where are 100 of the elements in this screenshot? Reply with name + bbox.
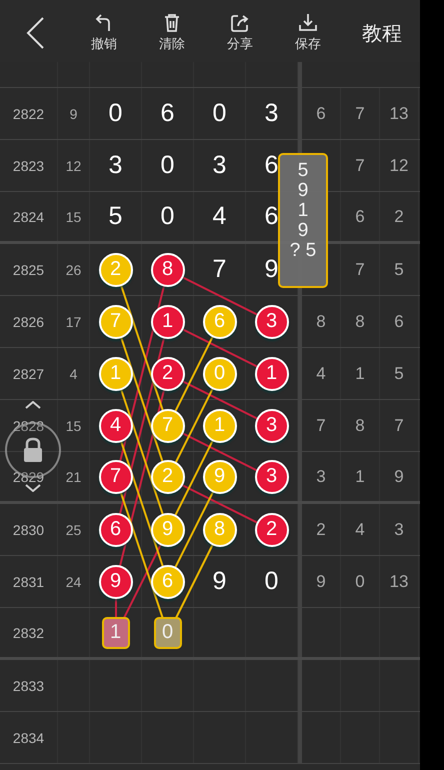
- number-ball: 8: [150, 252, 184, 286]
- number-ball: 7: [150, 408, 184, 442]
- sum-value: 24: [66, 574, 82, 590]
- stat-value: 6: [394, 312, 404, 332]
- lock-icon: [22, 437, 44, 463]
- toolbar-button[interactable]: 分享: [206, 13, 274, 53]
- digit: 6: [264, 151, 278, 180]
- number-ball: 1: [150, 304, 184, 338]
- sum-value: 25: [66, 522, 82, 538]
- digit: 9: [212, 567, 226, 596]
- digit: 9: [264, 255, 278, 284]
- stat-value: 6: [355, 206, 365, 226]
- digit: 6: [160, 99, 174, 128]
- sum-value: 15: [66, 418, 82, 434]
- stat-value: 4: [355, 520, 365, 540]
- popup-digit: 1: [298, 201, 308, 221]
- stat-value: 3: [394, 520, 404, 540]
- number-ball: 3: [254, 304, 288, 338]
- tutorial-button[interactable]: 教程: [362, 20, 402, 46]
- download-icon: [298, 13, 318, 33]
- digit: 3: [212, 151, 226, 180]
- digit: 6: [264, 202, 278, 231]
- stat-value: 12: [390, 156, 408, 176]
- stat-value: 13: [390, 572, 408, 592]
- back-icon: [25, 16, 45, 50]
- issue-number: 2831: [12, 574, 44, 590]
- issue-number: 2832: [12, 624, 44, 640]
- sum-value: 21: [66, 468, 82, 484]
- stat-value: 1: [355, 364, 365, 384]
- issue-number: 2825: [12, 262, 44, 278]
- number-ball: 1: [254, 356, 288, 390]
- sum-value: 17: [66, 314, 82, 330]
- number-ball: 7: [98, 460, 132, 494]
- number-ball: 4: [98, 408, 132, 442]
- number-ball: 9: [98, 564, 132, 598]
- number-ball: 8: [202, 512, 236, 546]
- issue-number: 2822: [12, 106, 44, 122]
- stat-value: 2: [316, 520, 326, 540]
- sum-value: 26: [66, 262, 82, 278]
- issue-number: 2833: [12, 678, 44, 694]
- toolbar-button[interactable]: 清除: [138, 13, 206, 53]
- stat-value: 7: [355, 260, 365, 280]
- number-ball: 6: [150, 564, 184, 598]
- toolbar-button[interactable]: 撤销: [70, 13, 138, 53]
- chevron-down-icon[interactable]: [24, 484, 42, 492]
- issue-number: 2830: [12, 522, 44, 538]
- number-ball: 7: [98, 304, 132, 338]
- sum-value: 9: [70, 106, 78, 122]
- number-ball: 0: [202, 356, 236, 390]
- issue-number: 2827: [12, 366, 44, 382]
- toolbar-button[interactable]: 保存: [274, 13, 342, 53]
- sum-value: 4: [70, 366, 78, 382]
- number-ball: 2: [254, 512, 288, 546]
- stat-value: 9: [316, 572, 326, 592]
- number-ball: 1: [98, 356, 132, 390]
- stat-value: 0: [355, 572, 365, 592]
- chevron-up-icon[interactable]: [24, 401, 42, 409]
- digit: 4: [212, 202, 226, 231]
- trash-icon: [163, 13, 181, 33]
- stat-value: 2: [394, 206, 404, 226]
- issue-number: 2826: [12, 314, 44, 330]
- stat-value: 5: [394, 364, 404, 384]
- issue-number: 2834: [12, 730, 44, 746]
- stat-value: 8: [355, 312, 365, 332]
- number-ball: 2: [98, 252, 132, 286]
- number-ball: 6: [202, 304, 236, 338]
- digit: 0: [160, 151, 174, 180]
- issue-number: 2824: [12, 208, 44, 224]
- pending-number: 0: [154, 616, 182, 648]
- sum-value: 12: [66, 158, 82, 174]
- digit: 0: [264, 567, 278, 596]
- popup-digit: 9: [298, 181, 308, 201]
- number-ball: 2: [150, 460, 184, 494]
- number-ball: 3: [254, 408, 288, 442]
- stat-value: 6: [316, 104, 326, 124]
- stat-value: 7: [355, 104, 365, 124]
- stat-value: 1: [355, 466, 365, 486]
- number-ball: 9: [150, 512, 184, 546]
- number-ball: 3: [254, 460, 288, 494]
- stat-value: 8: [316, 312, 326, 332]
- stat-value: 5: [394, 260, 404, 280]
- stat-value: 7: [355, 156, 365, 176]
- undo-icon: [95, 13, 113, 33]
- digit: 3: [108, 151, 122, 180]
- digit: 7: [212, 255, 226, 284]
- digit: 3: [264, 99, 278, 128]
- issue-number: 2823: [12, 158, 44, 174]
- number-ball: 6: [98, 512, 132, 546]
- popup-digit: 9: [298, 221, 308, 241]
- popup-digit: ? 5: [290, 241, 316, 261]
- stat-value: 4: [316, 364, 326, 384]
- popup-digit: 5: [298, 161, 308, 181]
- number-ball: 1: [202, 408, 236, 442]
- pending-number: 1: [102, 616, 130, 648]
- stat-value: 7: [316, 416, 326, 436]
- digit: 0: [160, 202, 174, 231]
- stat-value: 7: [394, 416, 404, 436]
- stat-value: 8: [355, 416, 365, 436]
- stat-value: 13: [390, 104, 408, 124]
- digit: 5: [108, 202, 122, 231]
